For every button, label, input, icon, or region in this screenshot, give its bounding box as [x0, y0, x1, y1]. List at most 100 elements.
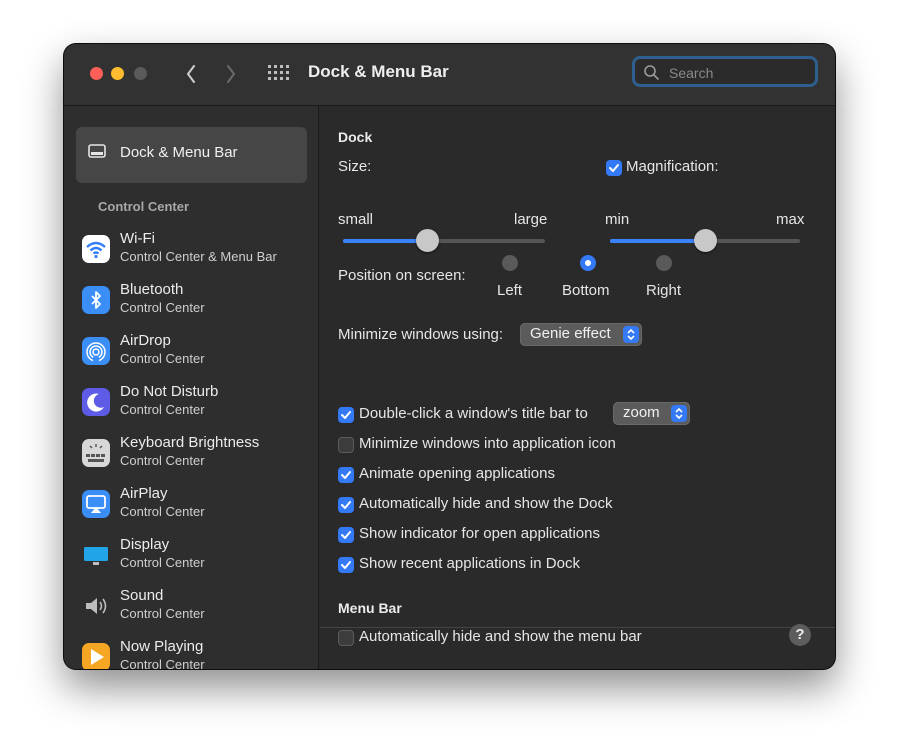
- window-title: Dock & Menu Bar: [308, 62, 449, 81]
- sidebar-item-sub: Control Center: [120, 453, 205, 468]
- zoom-button[interactable]: [134, 67, 147, 80]
- magnification-slider[interactable]: [610, 229, 800, 252]
- sidebar-item-dock-menu-bar[interactable]: Dock & Menu Bar: [76, 127, 307, 183]
- close-button[interactable]: [90, 67, 103, 80]
- mag-max-label: max: [776, 211, 805, 228]
- sidebar-item-now-playing[interactable]: Now Playing Control Center: [82, 638, 312, 669]
- help-button[interactable]: ?: [789, 624, 811, 646]
- option-label: Minimize windows into application icon: [359, 435, 616, 452]
- checkmark-icon: [341, 411, 351, 419]
- grid-icon: [268, 65, 289, 80]
- airdrop-icon: [82, 337, 110, 365]
- position-bottom-label: Bottom: [562, 282, 610, 299]
- sidebar-item-name: Now Playing: [120, 638, 204, 655]
- sidebar-item-name: Wi-Fi: [120, 230, 155, 247]
- mag-min-label: min: [605, 211, 630, 228]
- speaker-icon: [82, 592, 110, 620]
- checkmark-icon: [341, 471, 351, 479]
- minimize-effect-popup[interactable]: Genie effect: [520, 323, 642, 346]
- chevron-updown-icon: [623, 326, 639, 343]
- chevron-left-icon: [186, 65, 195, 83]
- search-field[interactable]: [632, 56, 818, 87]
- airplay-icon: [82, 490, 110, 518]
- forward-button[interactable]: [221, 62, 241, 86]
- sidebar-item-name: Do Not Disturb: [120, 383, 219, 400]
- chevron-updown-icon: [671, 405, 687, 422]
- position-left-label: Left: [497, 282, 523, 299]
- menu-bar-heading: Menu Bar: [338, 600, 402, 616]
- size-min-label: small: [338, 211, 374, 228]
- sidebar-item-do-not-disturb[interactable]: Do Not Disturb Control Center: [82, 383, 312, 431]
- autohide-dock-checkbox[interactable]: [338, 497, 354, 513]
- minimize-button[interactable]: [111, 67, 124, 80]
- show-all-button[interactable]: [268, 65, 290, 81]
- option-label: Show recent applications in Dock: [359, 555, 580, 572]
- double-click-action-popup[interactable]: zoom: [613, 402, 690, 425]
- checkmark-icon: [609, 164, 619, 172]
- size-slider-fill: [343, 239, 428, 243]
- checkmark-icon: [341, 501, 351, 509]
- show-indicator-checkbox[interactable]: [338, 527, 354, 543]
- search-icon: [644, 65, 659, 80]
- magnification-slider-fill: [610, 239, 705, 243]
- wifi-icon: [82, 235, 110, 263]
- sidebar-item-display[interactable]: Display Control Center: [82, 536, 312, 584]
- size-slider[interactable]: [343, 229, 545, 252]
- position-left-radio[interactable]: [502, 255, 518, 271]
- magnification-label: Magnification:: [626, 158, 719, 175]
- dock-heading: Dock: [338, 129, 373, 145]
- show-recent-checkbox[interactable]: [338, 557, 354, 573]
- sidebar-item-label: Dock & Menu Bar: [120, 144, 238, 161]
- sidebar-item-sub: Control Center & Menu Bar: [120, 249, 277, 264]
- sidebar-item-bluetooth[interactable]: Bluetooth Control Center: [82, 281, 312, 329]
- sidebar: Dock & Menu Bar Control Center Wi-Fi Con…: [64, 106, 319, 669]
- sidebar-item-sub: Control Center: [120, 351, 205, 366]
- checkmark-icon: [341, 531, 351, 539]
- sidebar-item-name: Display: [120, 536, 170, 553]
- now-playing-icon: [82, 643, 110, 669]
- double-click-label: Double-click a window's title bar to: [359, 405, 588, 422]
- sidebar-item-sub: Control Center: [120, 504, 205, 519]
- sidebar-item-keyboard-brightness[interactable]: Keyboard Brightness Control Center: [82, 434, 312, 482]
- sidebar-item-wifi[interactable]: Wi-Fi Control Center & Menu Bar: [82, 230, 312, 278]
- position-right-label: Right: [646, 282, 682, 299]
- animate-opening-checkbox[interactable]: [338, 467, 354, 483]
- back-button[interactable]: [181, 62, 201, 86]
- sidebar-item-name: Sound: [120, 587, 164, 604]
- position-bottom-radio[interactable]: [580, 255, 596, 271]
- sidebar-item-name: AirPlay: [120, 485, 168, 502]
- option-label: Show indicator for open applications: [359, 525, 600, 542]
- double-click-checkbox[interactable]: [338, 407, 354, 423]
- double-click-action-value: zoom: [623, 404, 660, 421]
- sidebar-item-sub: Control Center: [120, 300, 205, 315]
- moon-icon: [82, 388, 110, 416]
- sidebar-section-header: Control Center: [98, 199, 189, 214]
- keyboard-brightness-icon: [82, 439, 110, 467]
- sidebar-item-sub: Control Center: [120, 555, 205, 570]
- sidebar-item-airplay[interactable]: AirPlay Control Center: [82, 485, 312, 533]
- option-label: Automatically hide and show the Dock: [359, 495, 613, 512]
- position-label: Position on screen:: [338, 267, 466, 284]
- search-input[interactable]: [667, 63, 811, 83]
- sidebar-item-airdrop[interactable]: AirDrop Control Center: [82, 332, 312, 380]
- minimize-into-icon-checkbox[interactable]: [338, 437, 354, 453]
- autohide-menubar-checkbox[interactable]: [338, 630, 354, 646]
- checkmark-icon: [341, 561, 351, 569]
- sidebar-item-sound[interactable]: Sound Control Center: [82, 587, 312, 635]
- sidebar-item-name: Keyboard Brightness: [120, 434, 260, 451]
- sidebar-item-sub: Control Center: [120, 402, 205, 417]
- size-slider-knob[interactable]: [416, 229, 440, 252]
- position-right-radio[interactable]: [656, 255, 672, 271]
- dock-icon: [88, 144, 106, 158]
- magnification-slider-knob[interactable]: [693, 229, 717, 252]
- magnification-checkbox[interactable]: [606, 160, 622, 176]
- size-label: Size:: [338, 158, 372, 175]
- size-max-label: large: [514, 211, 548, 228]
- option-label: Animate opening applications: [359, 465, 555, 482]
- sidebar-item-sub: Control Center: [120, 657, 205, 669]
- autohide-menubar-label: Automatically hide and show the menu bar: [359, 628, 642, 645]
- dock-settings-pane: Dock Size: small large Magnification: mi…: [320, 106, 835, 669]
- minimize-effect-value: Genie effect: [530, 325, 611, 342]
- display-icon: [82, 541, 110, 569]
- bluetooth-icon: [82, 286, 110, 314]
